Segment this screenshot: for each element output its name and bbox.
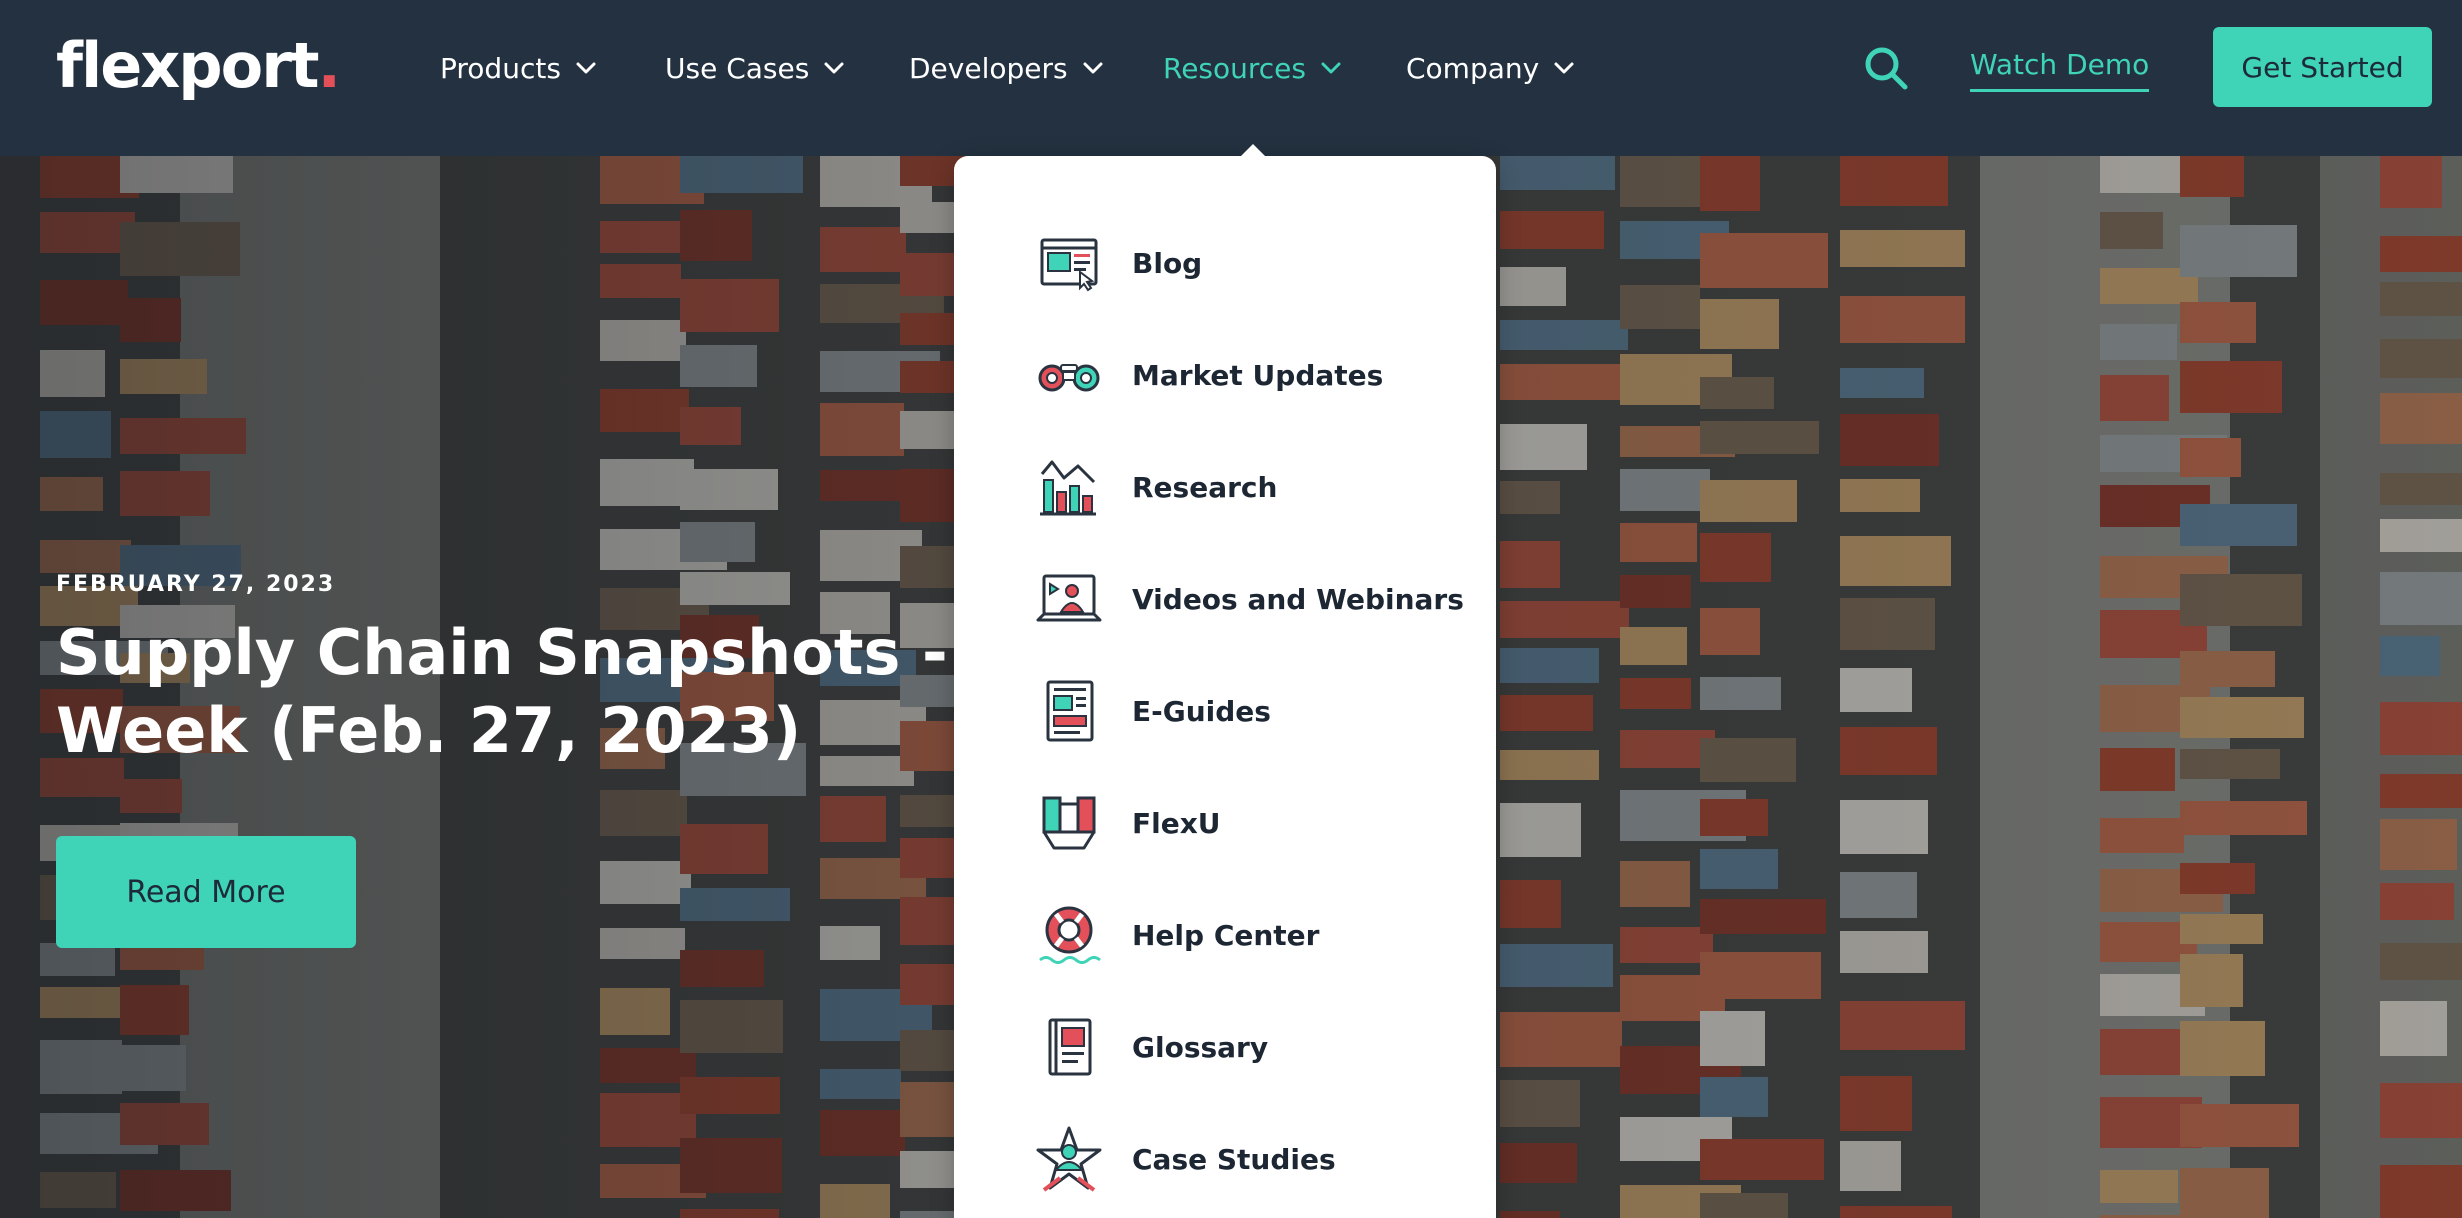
nav-use-cases[interactable]: Use Cases	[665, 46, 845, 90]
document-icon	[1046, 680, 1094, 742]
read-more-button[interactable]: Read More	[56, 836, 356, 948]
menu-item-blog[interactable]: Blog	[1034, 223, 1474, 303]
menu-item-label: FlexU	[1132, 806, 1221, 840]
top-navbar: flexport. Products Use Cases Developers …	[0, 0, 2462, 156]
get-started-button[interactable]: Get Started	[2213, 27, 2432, 107]
hero-title-line-1: Supply Chain Snapshots - N	[56, 616, 1022, 689]
search-icon[interactable]	[1862, 44, 1910, 92]
menu-item-flexu[interactable]: FlexU	[1034, 783, 1474, 863]
menu-item-glossary[interactable]: Glossary	[1034, 1007, 1474, 1087]
menu-item-videos-and-webinars[interactable]: Videos and Webinars	[1034, 559, 1474, 639]
nav-resources-label: Resources	[1163, 51, 1306, 85]
blog-icon	[1040, 238, 1098, 292]
chevron-down-icon	[575, 61, 597, 75]
hero-title-line-2: Week (Feb. 27, 2023)	[56, 694, 802, 767]
nav-developers[interactable]: Developers	[909, 46, 1104, 90]
bar-chart-icon	[1040, 460, 1096, 516]
chevron-down-icon	[1320, 61, 1342, 75]
menu-item-market-updates[interactable]: Market Updates	[1034, 335, 1474, 415]
menu-item-case-studies[interactable]: Case Studies	[1034, 1119, 1474, 1199]
menu-item-label: Glossary	[1132, 1030, 1269, 1064]
menu-item-label: Videos and Webinars	[1132, 582, 1464, 616]
menu-item-research[interactable]: Research	[1034, 447, 1474, 527]
chevron-down-icon	[823, 61, 845, 75]
hero-date: FEBRUARY 27, 2023	[56, 572, 336, 597]
menu-item-label: E-Guides	[1132, 694, 1271, 728]
menu-item-help-center[interactable]: Help Center	[1034, 895, 1474, 975]
video-presenter-icon	[1036, 574, 1102, 622]
lifebuoy-icon	[1039, 906, 1101, 964]
chevron-down-icon	[1082, 61, 1104, 75]
resources-dropdown-menu: Blog Market Updates Research Videos and …	[954, 156, 1496, 1218]
binoculars-icon	[1038, 364, 1100, 392]
menu-item-label: Market Updates	[1132, 358, 1384, 392]
star-person-icon	[1036, 1126, 1102, 1192]
nav-use-cases-label: Use Cases	[665, 51, 810, 85]
menu-item-e-guides[interactable]: E-Guides	[1034, 671, 1474, 751]
menu-item-label: Help Center	[1132, 918, 1320, 952]
nav-developers-label: Developers	[909, 51, 1068, 85]
menu-item-label: Blog	[1132, 246, 1203, 280]
flexu-icon	[1042, 796, 1096, 850]
flexport-logo[interactable]: flexport.	[56, 30, 341, 102]
nav-products[interactable]: Products	[440, 46, 597, 90]
dropdown-caret	[1240, 144, 1266, 157]
menu-item-label: Case Studies	[1132, 1142, 1336, 1176]
nav-company-label: Company	[1406, 51, 1540, 85]
book-icon	[1048, 1018, 1092, 1076]
chevron-down-icon	[1553, 61, 1575, 75]
menu-item-label: Research	[1132, 470, 1278, 504]
nav-company[interactable]: Company	[1406, 46, 1575, 90]
nav-resources[interactable]: Resources	[1163, 46, 1342, 90]
nav-products-label: Products	[440, 51, 561, 85]
watch-demo-link[interactable]: Watch Demo	[1970, 48, 2150, 92]
